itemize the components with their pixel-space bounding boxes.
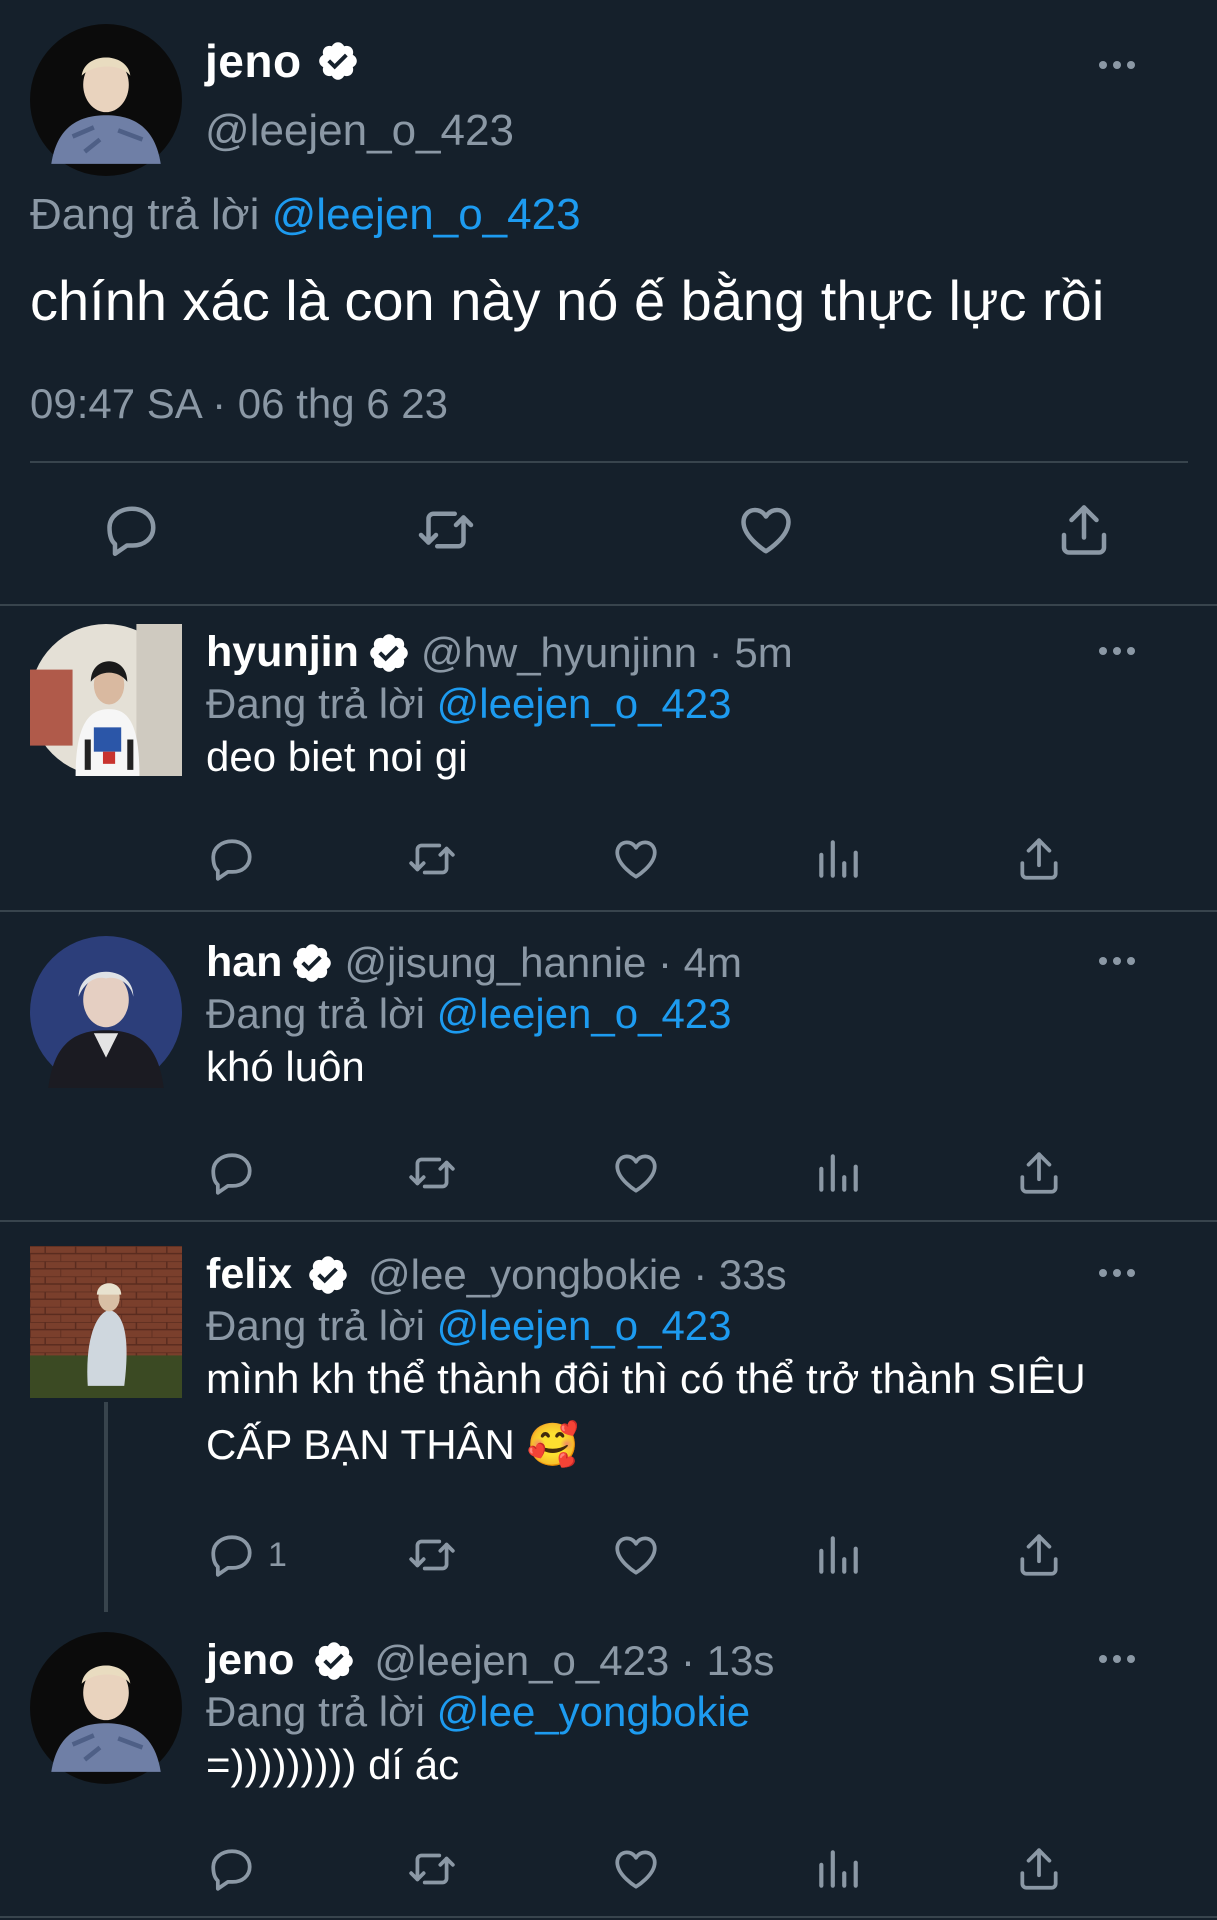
avatar[interactable] xyxy=(30,24,182,176)
reply-to-link[interactable]: @lee_yongbokie xyxy=(437,1688,751,1735)
reply-tweet[interactable]: felix @lee_yongbokie · 33s Đang trả lời … xyxy=(0,1222,1217,1612)
author-name[interactable]: han xyxy=(206,938,282,987)
verified-badge-icon xyxy=(367,631,411,675)
views-icon[interactable] xyxy=(813,834,863,884)
more-options-icon[interactable] xyxy=(1097,58,1137,72)
retweet-icon[interactable] xyxy=(407,1530,457,1580)
share-icon[interactable] xyxy=(1014,1148,1064,1198)
author-row: han @jisung_hannie · 4m xyxy=(206,938,742,987)
reply-tweet[interactable]: han @jisung_hannie · 4m Đang trả lời @le… xyxy=(0,912,1217,1220)
author-handle[interactable]: @leejen_o_423 · 13s xyxy=(374,1637,774,1685)
reply-to-link[interactable]: @leejen_o_423 xyxy=(437,990,732,1037)
share-icon[interactable] xyxy=(1014,1530,1064,1580)
author-row: hyunjin @hw_hyunjinn · 5m xyxy=(206,628,793,677)
reply-to-link[interactable]: @leejen_o_423 xyxy=(437,1302,732,1349)
replying-to: Đang trả lời @lee_yongbokie xyxy=(206,1688,750,1736)
views-icon[interactable] xyxy=(813,1148,863,1198)
more-options-icon[interactable] xyxy=(1097,1652,1137,1666)
reply-prefix: Đang trả lời xyxy=(30,190,260,239)
reply-count: 1 xyxy=(268,1536,287,1574)
reply-icon[interactable] xyxy=(207,1530,257,1580)
tweet-text: khó luôn xyxy=(206,1043,365,1090)
like-icon[interactable] xyxy=(611,1844,661,1894)
author-name[interactable]: hyunjin xyxy=(206,628,359,677)
retweet-icon[interactable] xyxy=(407,1148,457,1198)
tweet-text: =))))))))) dí ác xyxy=(206,1741,460,1788)
action-bar xyxy=(0,500,1217,570)
reply-icon[interactable] xyxy=(207,834,257,884)
divider xyxy=(30,461,1188,463)
author-handle[interactable]: @lee_yongbokie · 33s xyxy=(368,1251,787,1299)
views-icon[interactable] xyxy=(813,1530,863,1580)
tweet-text: mình kh thể thành đôi thì có thể trở thà… xyxy=(206,1355,1086,1468)
avatar[interactable] xyxy=(30,936,182,1088)
avatar[interactable] xyxy=(30,1632,182,1784)
share-icon[interactable] xyxy=(1014,834,1064,884)
reply-to-link[interactable]: @leejen_o_423 xyxy=(437,680,732,727)
replying-to: Đang trả lời @leejen_o_423 xyxy=(206,680,732,728)
reply-prefix: Đang trả lời xyxy=(206,990,425,1037)
reply-prefix: Đang trả lời xyxy=(206,680,425,727)
author-handle[interactable]: @jisung_hannie · 4m xyxy=(344,939,742,987)
retweet-icon[interactable] xyxy=(407,834,457,884)
reply-prefix: Đang trả lời xyxy=(206,1688,425,1735)
tweet-text: deo biet noi gi xyxy=(206,733,468,780)
like-icon[interactable] xyxy=(736,500,796,560)
verified-badge-icon xyxy=(290,941,334,985)
share-icon[interactable] xyxy=(1014,1844,1064,1894)
reply-tweet[interactable]: jeno @leejen_o_423 · 13s Đang trả lời @l… xyxy=(0,1612,1217,1920)
avatar[interactable] xyxy=(30,1246,182,1398)
retweet-icon[interactable] xyxy=(407,1844,457,1894)
like-icon[interactable] xyxy=(611,1148,661,1198)
more-options-icon[interactable] xyxy=(1097,1266,1137,1280)
verified-badge-icon xyxy=(316,39,360,83)
verified-badge-icon xyxy=(306,1253,350,1297)
avatar[interactable] xyxy=(30,624,182,776)
reply-to-link[interactable]: @leejen_o_423 xyxy=(272,190,581,239)
like-icon[interactable] xyxy=(611,1530,661,1580)
author-name[interactable]: felix xyxy=(206,1250,292,1299)
reply-prefix: Đang trả lời xyxy=(206,1302,425,1349)
reply-icon[interactable] xyxy=(207,1844,257,1894)
verified-badge-icon xyxy=(312,1639,356,1683)
retweet-icon[interactable] xyxy=(416,500,476,560)
author-row: jeno xyxy=(205,34,360,88)
more-options-icon[interactable] xyxy=(1097,644,1137,658)
like-icon[interactable] xyxy=(611,834,661,884)
tweet-timestamp[interactable]: 09:47 SA · 06 thg 6 23 xyxy=(30,380,448,428)
author-handle[interactable]: @leejen_o_423 xyxy=(205,106,514,156)
more-options-icon[interactable] xyxy=(1097,954,1137,968)
share-icon[interactable] xyxy=(1054,500,1114,560)
author-name[interactable]: jeno xyxy=(205,34,302,88)
reply-tweet[interactable]: hyunjin @hw_hyunjinn · 5m Đang trả lời @… xyxy=(0,606,1217,910)
replying-to: Đang trả lời @leejen_o_423 xyxy=(30,190,581,240)
author-row: jeno @leejen_o_423 · 13s xyxy=(206,1636,774,1685)
main-tweet: jeno @leejen_o_423 Đang trả lời @leejen_… xyxy=(0,0,1217,604)
reply-icon[interactable] xyxy=(207,1148,257,1198)
tweet-text: chính xác là con này nó ế bằng thực lực … xyxy=(30,269,1105,332)
replying-to: Đang trả lời @leejen_o_423 xyxy=(206,1302,732,1350)
author-handle[interactable]: @hw_hyunjinn · 5m xyxy=(421,629,793,677)
author-row: felix @lee_yongbokie · 33s xyxy=(206,1250,787,1299)
replying-to: Đang trả lời @leejen_o_423 xyxy=(206,990,732,1038)
divider xyxy=(0,1916,1217,1918)
thread-connector xyxy=(104,1402,108,1612)
views-icon[interactable] xyxy=(813,1844,863,1894)
author-name[interactable]: jeno xyxy=(206,1636,294,1685)
reply-icon[interactable] xyxy=(102,500,162,560)
